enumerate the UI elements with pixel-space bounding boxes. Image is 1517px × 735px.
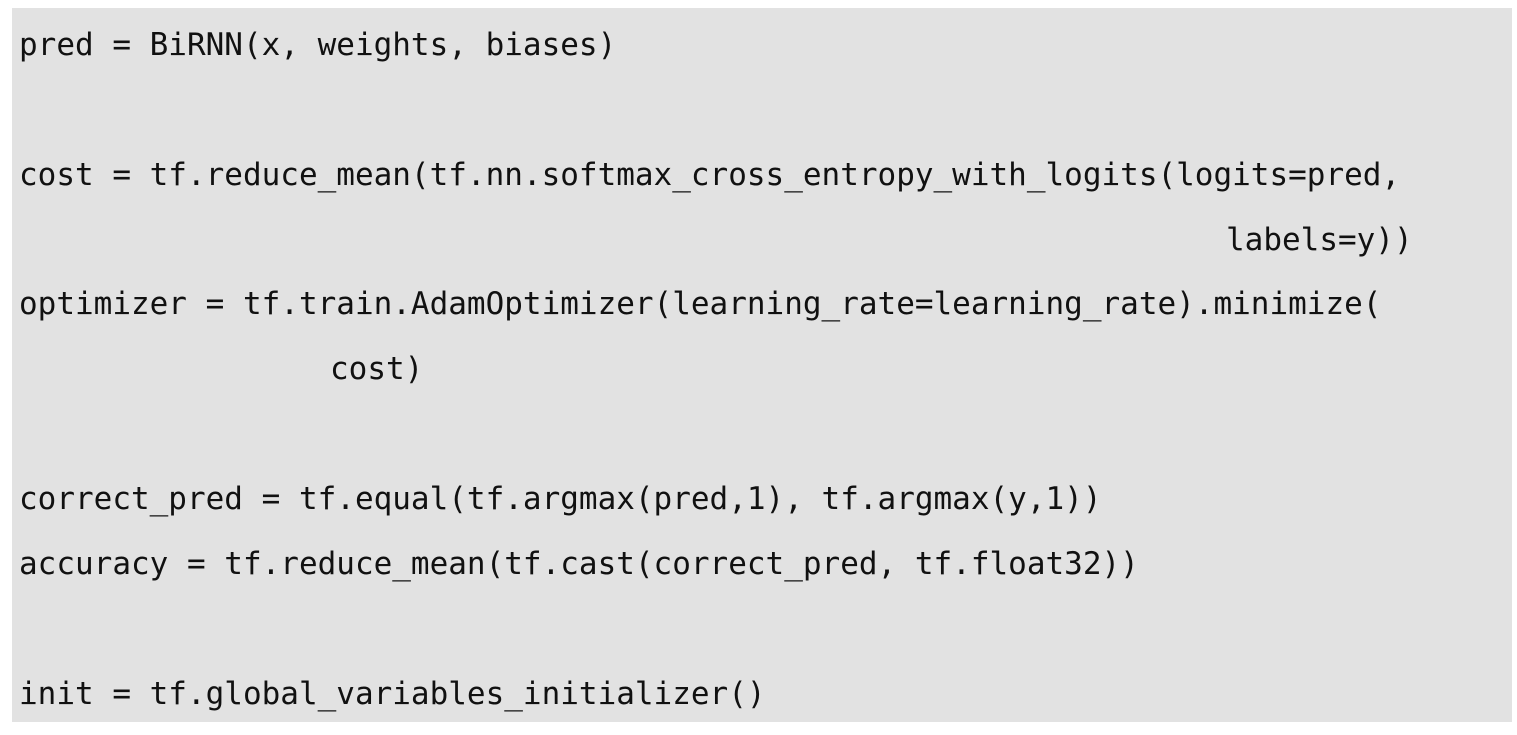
code-line-cost-continuation: labels=y)) [1226,222,1413,258]
code-line-init: init = tf.global_variables_initializer() [19,676,766,712]
code-block: pred = BiRNN(x, weights, biases) cost = … [12,8,1512,722]
code-line-optimizer-continuation: cost) [330,351,424,387]
code-line-cost: cost = tf.reduce_mean(tf.nn.softmax_cros… [19,157,1401,193]
code-line-accuracy: accuracy = tf.reduce_mean(tf.cast(correc… [19,546,1139,582]
code-line-optimizer: optimizer = tf.train.AdamOptimizer(learn… [19,286,1382,322]
code-line-pred: pred = BiRNN(x, weights, biases) [19,27,617,63]
code-line-correct-pred: correct_pred = tf.equal(tf.argmax(pred,1… [19,481,1102,517]
